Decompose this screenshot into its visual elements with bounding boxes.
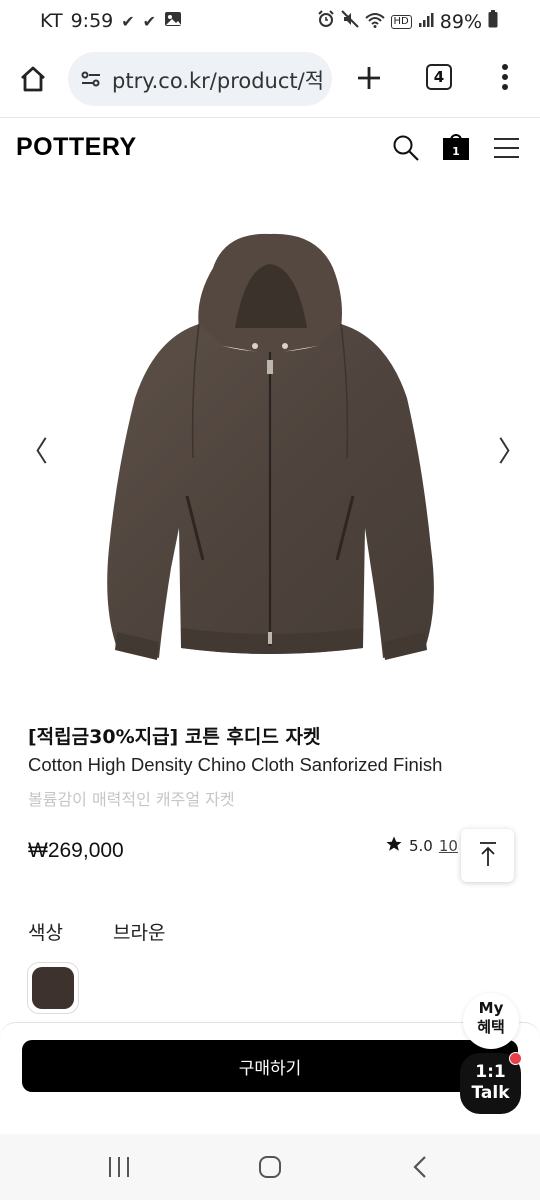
system-nav-bar <box>0 1134 540 1200</box>
carrier-label: KT <box>40 10 63 32</box>
mute-icon <box>340 10 359 33</box>
buy-button[interactable]: 구매하기 <box>22 1040 518 1092</box>
talk-line1: 1:1 <box>475 1062 506 1082</box>
url-text[interactable]: ptry.co.kr/product/적 <box>112 65 324 95</box>
address-bar[interactable]: ptry.co.kr/product/적 <box>68 52 332 106</box>
wifi-icon <box>364 11 385 33</box>
product-image[interactable] <box>95 228 445 677</box>
hd-badge: HD <box>390 14 412 29</box>
check-notif-icon: ✔ <box>142 11 157 31</box>
star-icon <box>385 835 403 857</box>
scroll-top-button[interactable] <box>461 829 514 882</box>
talk-line2: Talk <box>471 1083 510 1103</box>
rating-row: 5.0 10 <box>385 835 458 857</box>
home-nav-icon[interactable] <box>258 1156 282 1182</box>
tabs-icon[interactable]: 4 <box>426 64 452 90</box>
site-logo[interactable]: POTTERY <box>16 133 137 162</box>
hamburger-icon[interactable] <box>494 137 519 163</box>
battery-text: 89% <box>439 10 482 33</box>
site-settings-icon[interactable] <box>80 68 102 94</box>
rating-value: 5.0 <box>409 837 433 855</box>
product-description: 볼륨감이 매력적인 캐주얼 자켓 <box>28 790 235 809</box>
status-bar: KT 9:59 ✔ ✔ HD 89% <box>0 0 540 44</box>
alarm-icon <box>317 10 335 33</box>
my-benefit-button[interactable]: My 혜택 <box>463 993 519 1049</box>
benefit-line1: My <box>478 999 504 1017</box>
signal-icon <box>418 11 434 33</box>
search-icon[interactable] <box>392 134 420 166</box>
status-left: KT 9:59 ✔ ✔ <box>40 10 182 32</box>
color-option-value: 브라운 <box>113 922 166 944</box>
check-notif-icon: ✔ <box>121 11 135 31</box>
browser-toolbar: ptry.co.kr/product/적 4 <box>0 44 540 118</box>
image-notif-icon <box>164 10 182 32</box>
recent-apps-icon[interactable] <box>107 1156 131 1182</box>
carousel-prev-button[interactable]: 〈 <box>20 430 48 470</box>
battery-icon <box>488 10 498 33</box>
home-icon[interactable] <box>18 64 48 98</box>
product-subtitle: Cotton High Density Chino Cloth Sanforiz… <box>28 754 443 775</box>
menu-dots-icon[interactable] <box>500 62 510 96</box>
status-right: HD 89% <box>317 10 498 33</box>
color-option-label: 색상 <box>28 922 63 944</box>
review-count-link[interactable]: 10 <box>439 837 458 855</box>
color-swatch-fill <box>32 967 74 1009</box>
product-price: ₩269,000 <box>28 839 124 862</box>
carousel-next-button[interactable]: 〉 <box>498 430 526 470</box>
cart-count-badge[interactable]: 1 <box>443 138 469 160</box>
arrow-up-icon <box>477 841 499 871</box>
product-title: [적립금30%지급] 코튼 후디드 자켓 <box>28 726 321 748</box>
notification-dot <box>509 1052 522 1065</box>
new-tab-icon[interactable] <box>355 64 383 96</box>
color-swatch[interactable] <box>27 962 79 1014</box>
back-nav-icon[interactable] <box>412 1155 428 1183</box>
clock: 9:59 <box>70 10 114 32</box>
benefit-line2: 혜택 <box>477 1018 505 1036</box>
